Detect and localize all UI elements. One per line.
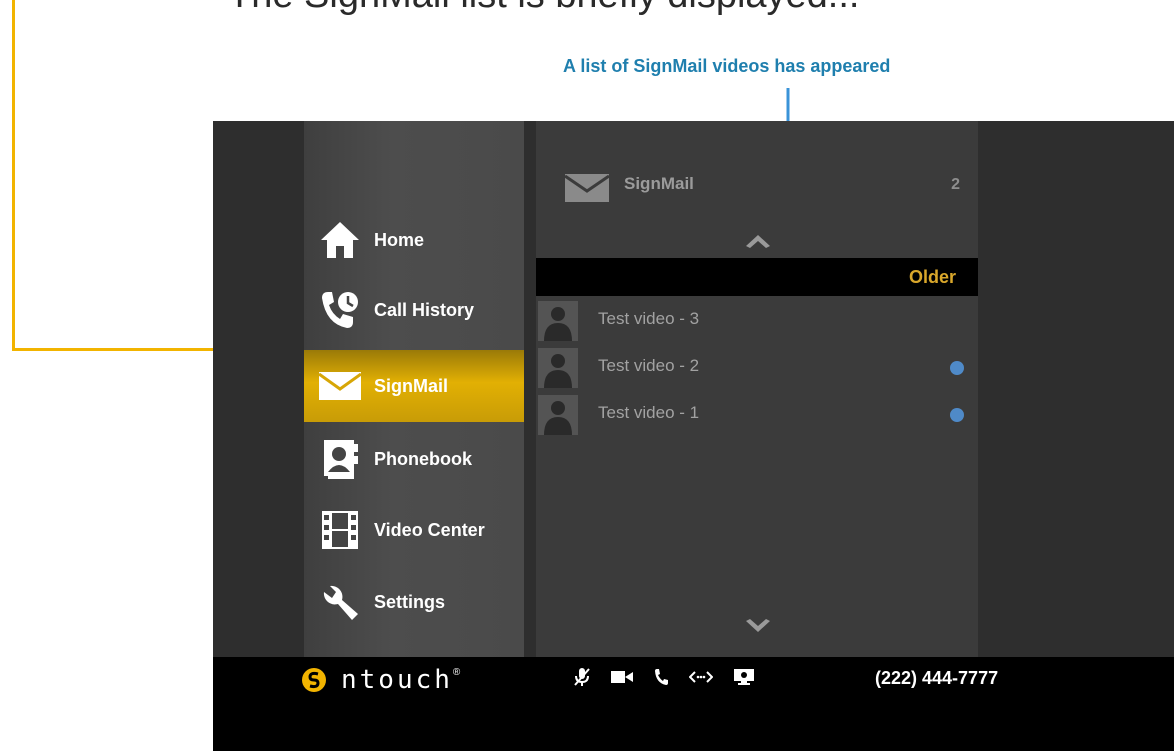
brand-registered-mark: ® xyxy=(452,667,461,678)
panel-title: SignMail xyxy=(624,174,694,193)
unread-dot-icon xyxy=(950,408,964,422)
menu-item-label: Settings xyxy=(374,591,446,612)
callout-label: A list of SignMail videos has appeared xyxy=(563,56,891,76)
menu-item-label: SignMail xyxy=(374,375,449,396)
brand-logo: ntouch ® xyxy=(301,665,460,695)
menu-item-video-center[interactable]: Video Center xyxy=(304,496,524,564)
status-icons xyxy=(573,667,755,687)
video-list-item[interactable]: Test video - 3 xyxy=(536,298,978,344)
menu-item-label: Phonebook xyxy=(374,448,472,469)
avatar-placeholder-icon xyxy=(538,348,578,388)
page-caption: The SignMail list is briefly displayed..… xyxy=(228,0,859,17)
video-title: Test video - 1 xyxy=(598,403,700,422)
avatar-placeholder-icon xyxy=(538,395,578,435)
signmail-header: SignMail 2 xyxy=(536,161,978,213)
scroll-up-icon[interactable] xyxy=(744,232,772,248)
call-history-icon xyxy=(314,284,366,336)
video-title: Test video - 2 xyxy=(598,356,700,375)
menu-item-signmail[interactable]: SignMail xyxy=(304,350,524,422)
status-bar: ntouch ® (222) 444-7777 xyxy=(213,657,1174,751)
menu-item-settings[interactable]: Settings xyxy=(304,568,524,636)
phone-icon xyxy=(655,669,668,685)
video-list-item[interactable]: Test video - 1 xyxy=(536,392,978,438)
older-label: Older xyxy=(908,267,956,287)
signmail-panel: SignMail 2 Older Test video - 3 Test vid… xyxy=(536,121,978,657)
video-camera-icon xyxy=(611,671,633,683)
message-count: 2 xyxy=(951,176,960,193)
older-filter-row[interactable]: Older xyxy=(536,258,978,296)
menu-item-phonebook[interactable]: Phonebook xyxy=(304,425,524,493)
film-icon xyxy=(314,504,366,556)
menu-item-label: Home xyxy=(374,229,425,250)
mic-muted-icon xyxy=(574,668,590,686)
menu-item-label: Call History xyxy=(374,299,475,320)
menu-item-call-history[interactable]: Call History xyxy=(304,276,524,344)
envelope-icon xyxy=(314,360,366,412)
menu-item-home[interactable]: Home xyxy=(304,206,524,274)
callout-line-vertical xyxy=(12,0,15,350)
avatar-placeholder-icon xyxy=(538,301,578,341)
brand-name: ntouch xyxy=(341,665,453,695)
sorenson-logo-icon xyxy=(302,668,326,692)
connection-icon xyxy=(689,671,713,683)
home-icon xyxy=(314,214,366,266)
phonebook-icon xyxy=(314,433,366,485)
envelope-icon xyxy=(564,174,610,202)
main-menu: Home Call History SignMail Phonebook Vid… xyxy=(304,121,524,657)
phone-number: (222) 444-7777 xyxy=(875,668,999,688)
video-list-item[interactable]: Test video - 2 xyxy=(536,345,978,391)
scroll-down-icon[interactable] xyxy=(744,619,772,635)
screen-share-icon xyxy=(734,669,754,685)
wrench-icon xyxy=(314,576,366,628)
video-title: Test video - 3 xyxy=(598,309,700,328)
menu-item-label: Video Center xyxy=(374,519,485,540)
unread-dot-icon xyxy=(950,361,964,375)
